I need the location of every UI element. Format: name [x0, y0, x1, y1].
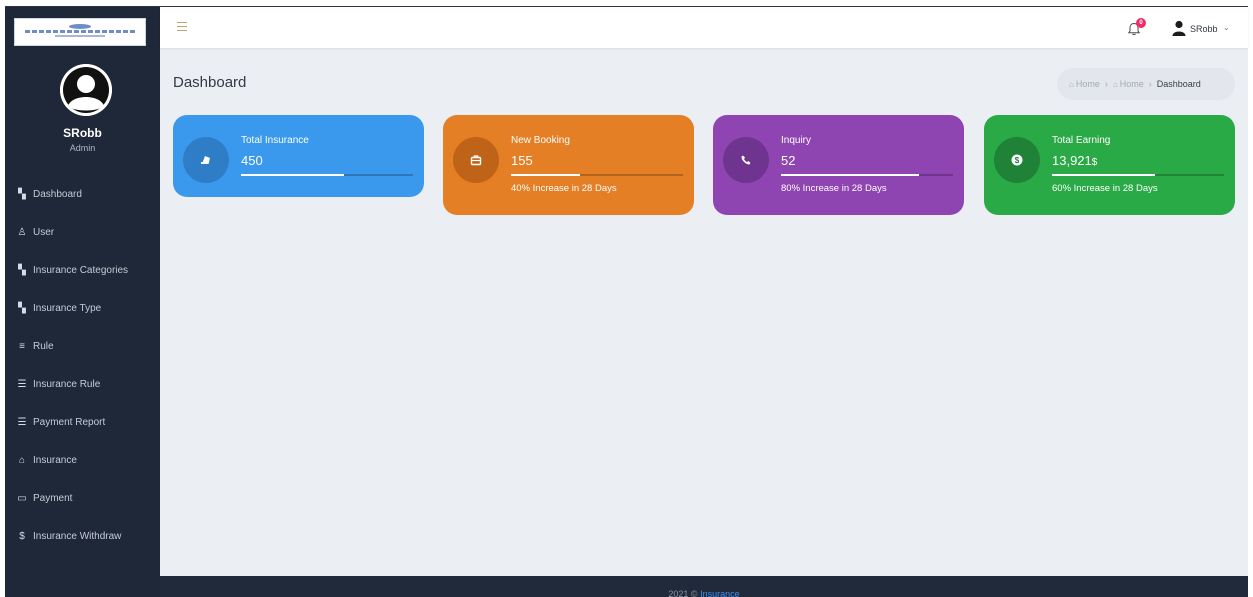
home-icon: ⌂ [1112, 79, 1118, 89]
sidebar-item-dashboard[interactable]: ▚ Dashboard [5, 175, 160, 213]
card-value: 52 [781, 153, 796, 168]
sidebar-item-label: Insurance Rule [33, 378, 101, 390]
card-value: 13,921$ [1052, 153, 1098, 168]
sidebar-item-user[interactable]: ♙ User [5, 213, 160, 251]
grid-icon: ▚ [18, 302, 26, 314]
card-icon-circle [183, 137, 229, 183]
credit-card-icon: ▭ [17, 492, 27, 504]
card-progress-bar [511, 174, 683, 176]
sidebar-item-insurance-withdraw[interactable]: $ Insurance Withdraw [5, 517, 160, 555]
breadcrumb-separator: › [1104, 79, 1108, 89]
sidebar-item-label: Insurance Categories [33, 264, 129, 276]
header-user-name[interactable]: SRobb [1190, 24, 1218, 34]
briefcase-icon [470, 155, 482, 166]
card-icon-circle [723, 137, 769, 183]
dollar-icon: $ [19, 530, 25, 542]
sidebar-item-insurance-rule[interactable]: ☰ Insurance Rule [5, 365, 160, 403]
sidebar-item-payment-report[interactable]: ☰ Payment Report [5, 403, 160, 441]
menu-toggle-icon[interactable] [177, 22, 187, 31]
sidebar-item-label: Payment Report [33, 416, 106, 428]
breadcrumb-home-link[interactable]: Home [1120, 79, 1144, 89]
sidebar-item-label: Rule [33, 340, 54, 352]
card-progress-fill [781, 174, 919, 176]
breadcrumb-separator: › [1148, 79, 1152, 89]
svg-text:$: $ [1015, 156, 1020, 165]
footer: 2021 © Insurance [160, 576, 1248, 597]
top-header: 0 SRobb ⌄ [160, 7, 1248, 48]
sidebar-item-insurance[interactable]: ⌂ Insurance [5, 441, 160, 479]
stat-card-total-insurance[interactable]: Total Insurance 450 [173, 115, 424, 197]
sidebar-item-label: Insurance [33, 454, 77, 466]
sidebar-item-label: Payment [33, 492, 73, 504]
sidebar-item-label: Dashboard [33, 188, 82, 200]
card-label: Inquiry [781, 135, 812, 146]
page-title: Dashboard [173, 74, 247, 91]
app-shell: SRobb Admin ▚ Dashboard ♙ User ▚ Insuran… [5, 6, 1248, 597]
card-progress-bar [241, 174, 413, 176]
logo-mark [25, 24, 135, 40]
card-progress-fill [1052, 174, 1156, 176]
user-icon: ♙ [17, 226, 27, 238]
card-label: New Booking [511, 135, 570, 146]
card-label: Total Earning [1052, 135, 1111, 146]
user-profile-icon[interactable] [1172, 20, 1186, 36]
dollar-circle-icon: $ [1011, 154, 1023, 166]
breadcrumb-current: Dashboard [1156, 79, 1201, 89]
sidebar-item-label: Insurance Withdraw [33, 530, 122, 542]
ticket-icon [201, 156, 210, 164]
sidebar-item-insurance-type[interactable]: ▚ Insurance Type [5, 289, 160, 327]
card-label: Total Insurance [241, 135, 309, 146]
dashboard-icon: ▚ [18, 188, 26, 200]
sidebar-item-label: Insurance Type [33, 302, 102, 314]
brand-logo[interactable] [14, 18, 146, 46]
card-progress-fill [241, 174, 345, 176]
notification-count-badge: 0 [1136, 18, 1146, 28]
filter-icon: ☰ [17, 378, 27, 390]
stat-card-inquiry[interactable]: Inquiry 52 80% Increase in 28 Days [713, 115, 964, 215]
sidebar-user-role: Admin [69, 143, 96, 153]
card-description: 80% Increase in 28 Days [781, 183, 887, 194]
card-description: 60% Increase in 28 Days [1052, 183, 1158, 194]
sidebar-user-name: SRobb [63, 126, 102, 140]
breadcrumb-home-link[interactable]: Home [1076, 79, 1100, 89]
list-icon: ≡ [19, 340, 25, 352]
breadcrumb: ⌂ Home › ⌂ Home › Dashboard [1057, 68, 1235, 100]
card-icon-circle [453, 137, 499, 183]
home-icon: ⌂ [1069, 79, 1074, 89]
footer-brand-link[interactable]: Insurance [700, 589, 740, 597]
sidebar-item-insurance-categories[interactable]: ▚ Insurance Categories [5, 251, 160, 289]
sidebar-menu: ▚ Dashboard ♙ User ▚ Insurance Categorie… [5, 175, 160, 555]
card-value: 155 [511, 153, 533, 168]
sidebar: SRobb Admin ▚ Dashboard ♙ User ▚ Insuran… [5, 7, 160, 597]
card-icon-circle: $ [994, 137, 1040, 183]
footer-copyright: 2021 © [668, 589, 698, 597]
sidebar-item-rule[interactable]: ≡ Rule [5, 327, 160, 365]
filter-icon: ☰ [17, 416, 27, 428]
sidebar-item-label: User [33, 226, 55, 238]
phone-icon [741, 155, 751, 165]
card-value: 450 [241, 153, 263, 168]
card-progress-fill [511, 174, 580, 176]
stat-card-new-booking[interactable]: New Booking 155 40% Increase in 28 Days [443, 115, 694, 215]
grid-icon: ▚ [18, 264, 26, 276]
avatar [60, 64, 112, 116]
sidebar-item-payment[interactable]: ▭ Payment [5, 479, 160, 517]
stat-card-total-earning[interactable]: $ Total Earning 13,921$ 60% Increase in … [984, 115, 1235, 215]
card-progress-bar [1052, 174, 1224, 176]
bank-icon: ⌂ [18, 454, 26, 466]
card-description: 40% Increase in 28 Days [511, 183, 617, 194]
card-progress-bar [781, 174, 953, 176]
chevron-down-icon[interactable]: ⌄ [1223, 23, 1230, 32]
